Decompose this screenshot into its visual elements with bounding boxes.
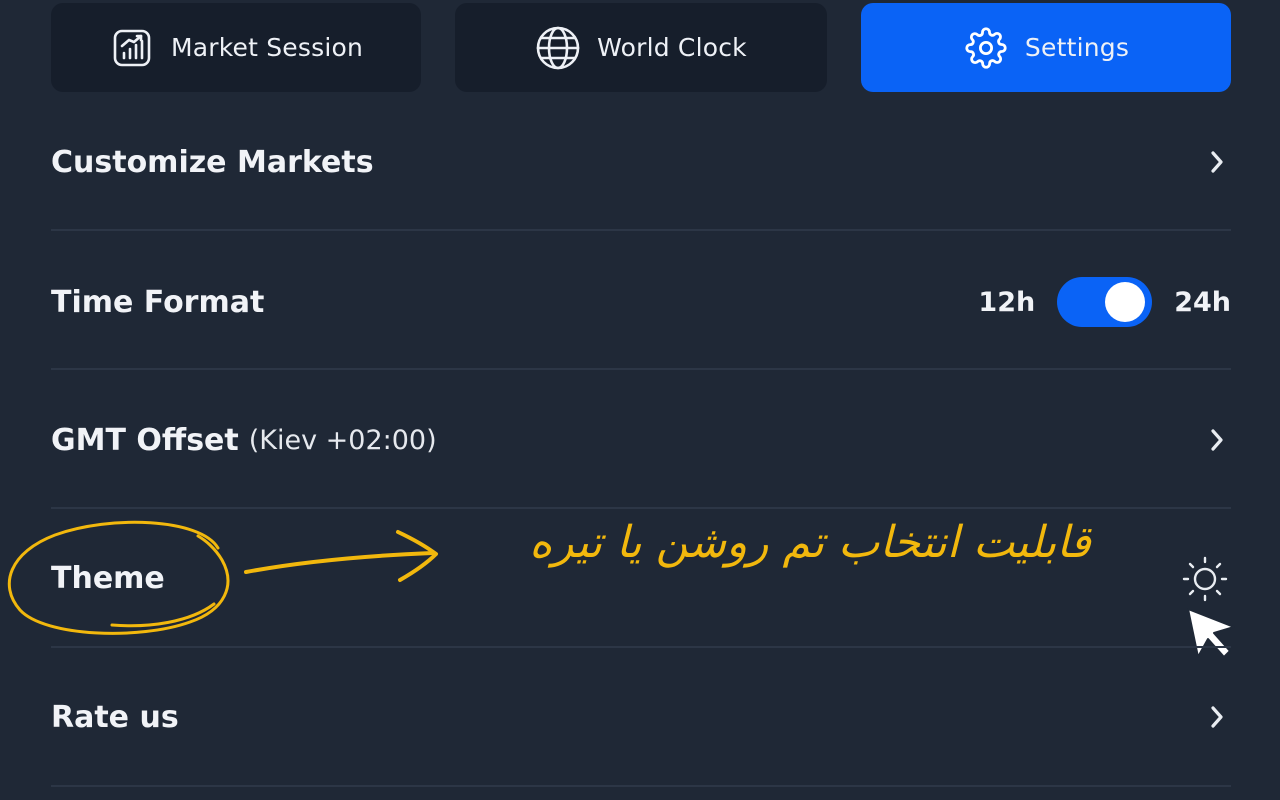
tab-settings[interactable]: Settings: [861, 3, 1231, 92]
time-format-12h-label: 12h: [978, 286, 1036, 318]
time-format-row: Time Format 12h 24h: [51, 262, 1231, 342]
customize-markets-row[interactable]: Customize Markets: [51, 122, 1231, 202]
settings-page: Market Session World Clock Settings Cust…: [0, 0, 1280, 800]
chevron-right-icon[interactable]: [1207, 426, 1227, 454]
gmt-offset-value: (Kiev +02:00): [248, 424, 437, 456]
toggle-knob: [1105, 282, 1146, 322]
tab-world-clock-label: World Clock: [597, 33, 747, 62]
tab-market-session-label: Market Session: [170, 33, 364, 62]
gmt-offset-label: GMT Offset: [51, 422, 239, 458]
time-format-24h-label: 24h: [1174, 286, 1231, 318]
chevron-right-icon[interactable]: [1207, 148, 1227, 176]
time-format-label: Time Format: [51, 284, 265, 320]
theme-label: Theme: [51, 560, 165, 596]
gmt-offset-row[interactable]: GMT Offset (Kiev +02:00): [51, 400, 1231, 480]
tab-world-clock[interactable]: World Clock: [455, 3, 827, 92]
divider: [51, 368, 1231, 370]
tab-market-session[interactable]: Market Session: [51, 3, 421, 92]
divider: [51, 229, 1231, 231]
tab-bar: Market Session World Clock Settings: [51, 3, 1231, 92]
sun-icon[interactable]: [1180, 554, 1230, 604]
time-format-control: 12h 24h: [978, 277, 1231, 327]
customize-markets-label: Customize Markets: [51, 144, 374, 180]
divider: [51, 785, 1231, 787]
globe-icon: [535, 25, 581, 71]
divider: [51, 646, 1231, 648]
chevron-right-icon[interactable]: [1207, 703, 1227, 731]
chart-growth-icon: [109, 25, 155, 71]
rate-us-label: Rate us: [51, 699, 179, 735]
mouse-cursor-icon: [1184, 605, 1240, 661]
rate-us-row[interactable]: Rate us: [51, 677, 1231, 757]
annotation-text: قابلیت انتخاب تم روشن یا تیره: [529, 517, 1091, 568]
tab-settings-label: Settings: [1024, 33, 1130, 62]
gear-icon: [963, 25, 1009, 71]
time-format-toggle[interactable]: [1057, 277, 1153, 327]
